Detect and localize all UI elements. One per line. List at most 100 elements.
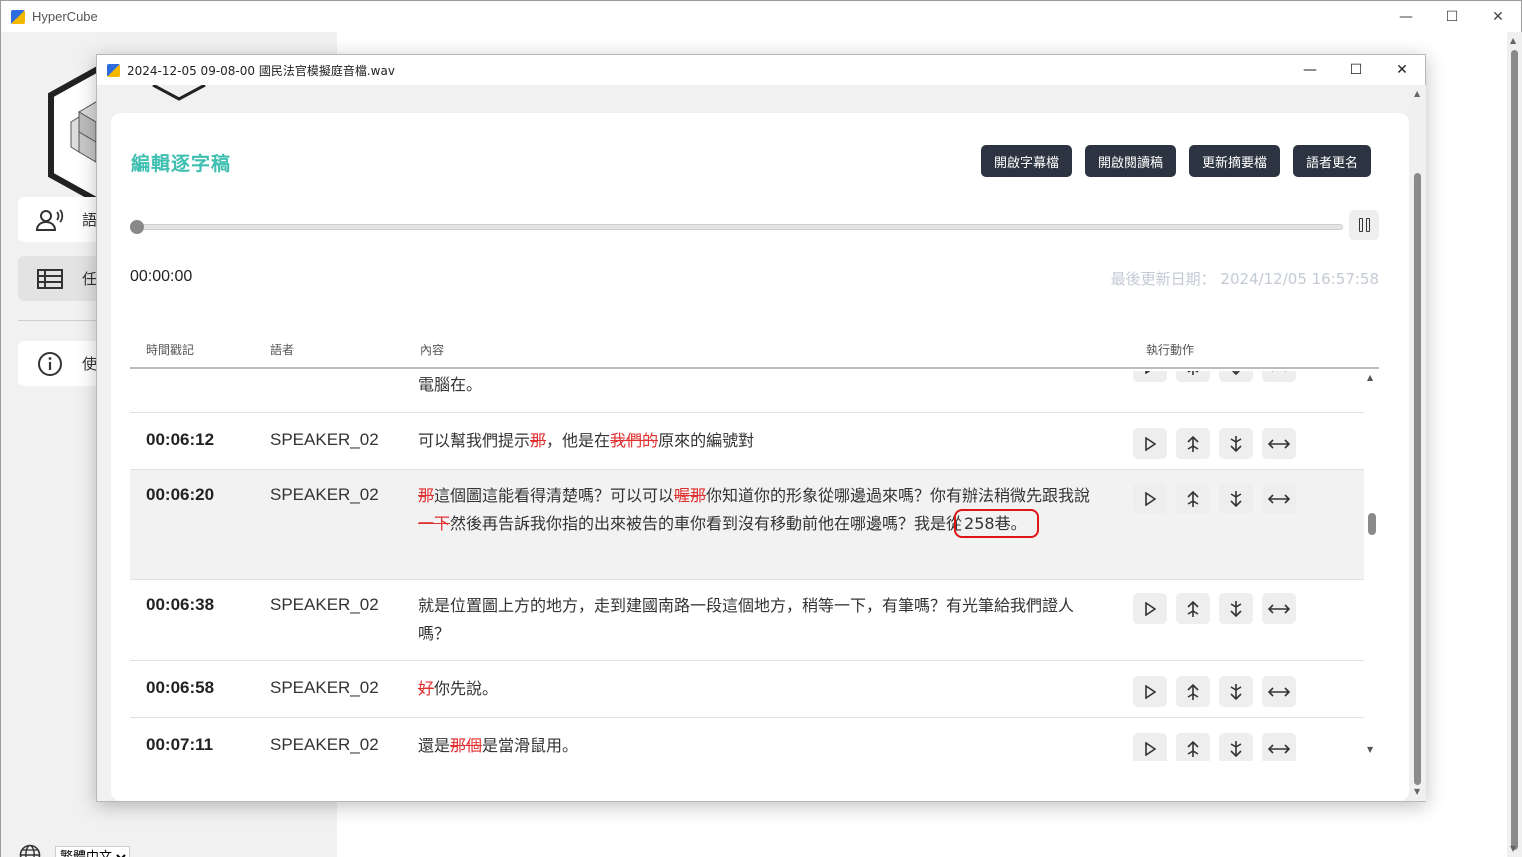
slider-knob[interactable] <box>130 220 144 234</box>
row-content[interactable]: 電腦在。 <box>418 371 1098 399</box>
sidebar-item-label: 使 <box>82 355 98 373</box>
merge-up-icon[interactable] <box>1176 428 1210 459</box>
modal-titlebar: 2024-12-05 09-08-00 國民法官模擬庭音檔.wav — ☐ ✕ <box>97 55 1425 85</box>
page-title: 編輯逐字稿 <box>131 153 232 175</box>
row-actions <box>1133 593 1296 624</box>
table-row: 00:06:20 SPEAKER_02 那這個圖這能看得清楚嗎？可以可以喔那你知道你… <box>130 470 1364 580</box>
header-actions: 執行動作 <box>1146 343 1195 357</box>
logo-fragment <box>152 85 206 101</box>
content-text: 是當滑鼠用。 <box>482 736 579 755</box>
content-text: 你先說。 <box>434 679 499 698</box>
row-timestamp: 00:06:20 <box>146 485 215 504</box>
table-scrollbar[interactable]: ▲ ▼ <box>1365 371 1379 761</box>
pause-icon-bar <box>1365 218 1370 232</box>
modal-scrollbar[interactable]: ▲ ▼ <box>1410 85 1426 801</box>
row-speaker: SPEAKER_02 <box>270 485 379 504</box>
close-button[interactable]: ✕ <box>1475 1 1521 32</box>
row-content[interactable]: 可以幫我們提示那，他是在我們的原來的編號對 <box>418 427 1098 455</box>
row-timestamp: 00:06:12 <box>146 430 215 449</box>
scrollbar-thumb[interactable] <box>1511 50 1518 850</box>
modal-window-title: 2024-12-05 09-08-00 國民法官模擬庭音檔.wav <box>127 63 395 78</box>
scroll-down-arrow-icon[interactable]: ▼ <box>1510 844 1516 853</box>
play-icon[interactable] <box>1133 428 1167 459</box>
row-content[interactable]: 就是位置圖上方的地方，走到建國南路一段這個地方，稍等一下，有筆嗎？有光筆給我們證… <box>418 592 1098 648</box>
row-content[interactable]: 還是那個是當滑鼠用。 <box>418 732 1098 760</box>
row-speaker: SPEAKER_02 <box>270 678 379 697</box>
table-header: 時間戳記 語者 內容 執行動作 <box>130 335 1379 369</box>
content-text: 還是 <box>418 736 451 755</box>
app-icon <box>107 63 120 77</box>
content-text: 然後再告訴我你指的出來被告的車你看到沒有移動前他在哪邊嗎？我是從 <box>450 514 963 533</box>
play-icon[interactable] <box>1133 483 1167 514</box>
rename-speaker-button[interactable]: 語者更名 <box>1292 145 1371 177</box>
toolbar: 開啟字幕檔 開啟閱讀稿 更新摘要檔 語者更名 <box>980 145 1371 177</box>
scroll-up-arrow-icon[interactable]: ▲ <box>1510 36 1516 45</box>
language-bar: 繁體中文 <box>19 844 130 857</box>
scroll-up-arrow-icon[interactable]: ▲ <box>1414 89 1420 98</box>
row-actions <box>1133 371 1296 382</box>
scroll-down-arrow-icon[interactable]: ▼ <box>1367 745 1373 754</box>
open-reading-button[interactable]: 開啟閱讀稿 <box>1084 145 1176 177</box>
play-icon[interactable] <box>1133 676 1167 707</box>
merge-up-icon[interactable] <box>1176 733 1210 761</box>
merge-up-icon[interactable] <box>1176 371 1210 382</box>
content-text: 可以幫我們提示 <box>418 431 531 450</box>
merge-up-icon[interactable] <box>1176 483 1210 514</box>
audio-progress-slider[interactable] <box>130 220 1343 234</box>
header-speaker: 語者 <box>270 343 295 357</box>
maximize-button[interactable]: ☐ <box>1429 1 1475 32</box>
play-icon[interactable] <box>1133 593 1167 624</box>
main-scrollbar[interactable]: ▲ ▼ <box>1507 32 1522 857</box>
update-summary-button[interactable]: 更新摘要檔 <box>1188 145 1280 177</box>
info-icon <box>36 350 64 378</box>
language-select[interactable]: 繁體中文 <box>55 846 130 857</box>
row-content[interactable]: 好你先說。 <box>418 675 1098 703</box>
pause-button[interactable] <box>1349 210 1379 240</box>
highlight-circle: 258巷。 <box>954 509 1039 538</box>
merge-down-icon[interactable] <box>1219 733 1253 761</box>
row-content[interactable]: 那這個圖這能看得清楚嗎？可以可以喔那你知道你的形象從哪邊過來嗎？你有辦法稍微先跟… <box>418 482 1098 538</box>
transcript-editor-window: 2024-12-05 09-08-00 國民法官模擬庭音檔.wav — ☐ ✕ … <box>96 54 1426 802</box>
merge-down-icon[interactable] <box>1219 593 1253 624</box>
play-icon[interactable] <box>1133 371 1167 382</box>
split-icon[interactable] <box>1262 593 1296 624</box>
split-icon[interactable] <box>1262 371 1296 382</box>
split-icon[interactable] <box>1262 733 1296 761</box>
merge-down-icon[interactable] <box>1219 483 1253 514</box>
globe-icon <box>19 844 41 857</box>
merge-down-icon[interactable] <box>1219 371 1253 382</box>
table-row: 電腦在。 <box>130 371 1364 413</box>
deleted-text: 一下 <box>418 514 451 533</box>
modal-scrollbar-thumb[interactable] <box>1414 173 1421 785</box>
merge-down-icon[interactable] <box>1219 676 1253 707</box>
scroll-up-arrow-icon[interactable]: ▲ <box>1367 373 1373 382</box>
deleted-text: 那 <box>418 486 435 505</box>
split-icon[interactable] <box>1262 428 1296 459</box>
header-content: 內容 <box>420 343 445 357</box>
table-row: 00:07:11 SPEAKER_02 還是那個是當滑鼠用。 <box>130 718 1364 761</box>
merge-up-icon[interactable] <box>1176 593 1210 624</box>
table-row: 00:06:58 SPEAKER_02 好你先說。 <box>130 661 1364 718</box>
split-icon[interactable] <box>1262 676 1296 707</box>
last-updated: 最後更新日期： 2024/12/05 16:57:58 <box>1111 268 1379 289</box>
content-text: 這個圖這能看得清楚嗎？可以可以 <box>434 486 675 505</box>
editor-card: 編輯逐字稿 開啟字幕檔 開啟閱讀稿 更新摘要檔 語者更名 00:00:00 最後… <box>111 113 1409 801</box>
split-icon[interactable] <box>1262 483 1296 514</box>
content-text: ，他是在 <box>546 431 611 450</box>
modal-minimize-button[interactable]: — <box>1287 55 1333 85</box>
play-icon[interactable] <box>1133 733 1167 761</box>
main-window-title: HyperCube <box>32 9 98 24</box>
content-text: 就是位置圖上方的地方，走到建國南路一段這個地方，稍等一下，有筆嗎？有光筆給我們證… <box>418 596 1075 643</box>
modal-maximize-button[interactable]: ☐ <box>1333 55 1379 85</box>
scroll-down-arrow-icon[interactable]: ▼ <box>1414 787 1420 796</box>
table-scrollbar-thumb[interactable] <box>1368 513 1376 535</box>
open-subtitle-button[interactable]: 開啟字幕檔 <box>980 145 1072 177</box>
merge-down-icon[interactable] <box>1219 428 1253 459</box>
modal-close-button[interactable]: ✕ <box>1379 55 1425 85</box>
content-text: 你知道你的形象從哪邊過來嗎？你有辦法稍微先跟我說 <box>706 486 1091 505</box>
merge-up-icon[interactable] <box>1176 676 1210 707</box>
row-speaker: SPEAKER_02 <box>270 430 379 449</box>
sidebar-item-label: 語 <box>82 211 98 229</box>
current-time: 00:00:00 <box>130 268 193 285</box>
minimize-button[interactable]: — <box>1383 1 1429 32</box>
